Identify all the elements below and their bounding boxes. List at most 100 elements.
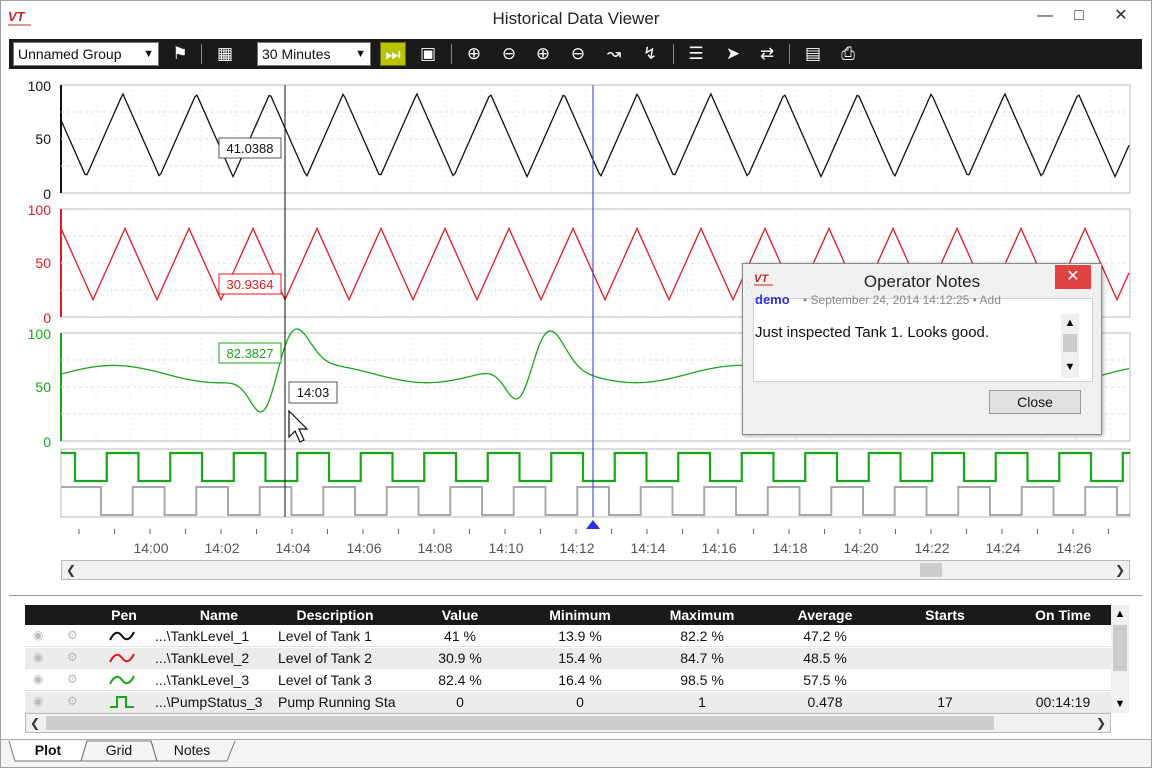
toolbar: Unnamed Group ▼ ⚑ ▦ 30 Minutes ▼ ⏭ ▣ ⊕ ⊖… [9,39,1142,69]
chevron-up-icon[interactable]: ▲ [1111,605,1129,623]
chevron-left-icon[interactable]: ❮ [62,561,80,579]
time-range-value: 30 Minutes [262,46,331,62]
pen-data-grid: Pen Name Description Value Minimum Maxim… [25,605,1129,713]
chevron-down-icon: ▼ [355,48,366,60]
note-marker-icon[interactable] [586,520,600,529]
cell-average: 47.2 % [803,628,847,644]
gear-icon[interactable]: ⚙ [67,628,78,642]
eye-icon[interactable]: ◉ [33,628,43,642]
scroll-thumb[interactable] [1113,625,1127,671]
col-maximum[interactable]: Maximum [647,607,757,623]
chevron-down-icon[interactable]: ▼ [1061,358,1079,376]
scroll-thumb[interactable] [920,563,942,577]
col-pen[interactable]: Pen [109,607,139,623]
x-tick-label: 14:14 [630,540,665,556]
cell-on-time: 00:14:19 [1035,694,1091,710]
view-tabs: Plot Grid Notes [1,739,1151,767]
grid-horizontal-scrollbar[interactable]: ❮ ❯ [25,713,1111,733]
cell-maximum: 1 [698,694,706,710]
y-tick-label: 50 [35,379,51,395]
eye-icon[interactable]: ◉ [33,650,43,664]
zoom-in-icon[interactable]: ⊕ [461,42,487,66]
tab-grid[interactable]: Grid [87,740,151,762]
table-row[interactable]: ◉ ⚙ ...\TankLevel_3 Level of Tank 3 82.4… [25,670,1111,691]
x-tick-label: 14:26 [1056,540,1091,556]
cell-average: 57.5 % [803,672,847,688]
grid-vertical-scrollbar[interactable]: ▲ ▼ [1111,605,1129,713]
x-tick-label: 14:08 [417,540,452,556]
cell-description: Pump Running Sta [278,694,396,710]
dialog-close-icon[interactable]: ✕ [1055,265,1091,289]
tab-plot[interactable]: Plot [15,740,81,762]
save-icon[interactable]: ▦ [212,42,238,66]
chevron-left-icon[interactable]: ❮ [26,714,44,732]
group-select[interactable]: Unnamed Group ▼ [13,42,159,66]
x-tick-label: 14:02 [204,540,239,556]
chevron-down-icon: ▼ [143,48,154,60]
pane-frame [60,448,1131,518]
cursor-icon[interactable]: ➤ [720,42,746,66]
col-minimum[interactable]: Minimum [525,607,635,623]
cell-value: 82.4 % [438,672,482,688]
col-average[interactable]: Average [770,607,880,623]
table-row[interactable]: ◉ ⚙ ...\PumpStatus_3 Pump Running Sta 0 … [25,692,1111,713]
pen-sine-icon [109,653,135,663]
eye-icon[interactable]: ◉ [33,672,43,686]
y-tick-label: 50 [35,255,51,271]
auto-scale-icon[interactable]: ↝ [601,42,627,66]
gear-icon[interactable]: ⚙ [67,650,78,664]
eye-icon[interactable]: ◉ [33,694,43,708]
pan-icon[interactable]: ⇄ [754,42,780,66]
time-range-select[interactable]: 30 Minutes ▼ [257,42,371,66]
y-tick-label: 50 [35,131,51,147]
print-icon[interactable]: ⎙ [835,42,861,66]
cell-average: 0.478 [807,694,843,710]
x-tick-label: 14:22 [914,540,949,556]
chevron-up-icon[interactable]: ▲ [1061,314,1079,332]
time-axis: 14:00 14:02 14:04 14:06 14:08 14:10 14:12 14:14… [78,529,1109,556]
cell-name: ...\TankLevel_2 [155,650,250,666]
chevron-right-icon[interactable]: ❯ [1092,714,1110,732]
zoom-out-time-icon[interactable]: ⊖ [565,42,591,66]
value-axis-icon[interactable]: ↯ [637,42,663,66]
play-live-icon[interactable]: ⏭ [380,42,406,66]
table-row[interactable]: ◉ ⚙ ...\TankLevel_2 Level of Tank 2 30.9… [25,648,1111,669]
svg-text:14:03: 14:03 [297,385,330,400]
zoom-in-time-icon[interactable]: ⊕ [530,42,556,66]
scroll-thumb[interactable] [46,716,994,730]
note-author[interactable]: demo [755,292,790,307]
y-tick-label: 0 [43,310,51,326]
calendar-icon[interactable]: ▣ [415,42,441,66]
maximize-button[interactable]: □ [1059,1,1099,31]
pane-divider[interactable] [9,595,1142,596]
svg-text:82.3827: 82.3827 [227,346,274,361]
scroll-thumb[interactable] [1063,334,1077,352]
chevron-down-icon[interactable]: ▼ [1111,695,1129,713]
close-notes-button[interactable]: Close [989,390,1081,414]
pane-pump-status [60,448,1131,518]
cell-maximum: 98.5 % [680,672,724,688]
gear-icon[interactable]: ⚙ [67,694,78,708]
col-value[interactable]: Value [405,607,515,623]
col-starts[interactable]: Starts [890,607,1000,623]
tab-notes[interactable]: Notes [157,740,227,762]
toolbar-separator [789,44,790,64]
notes-icon[interactable]: ▤ [800,42,826,66]
x-tick-label: 14:18 [772,540,807,556]
col-on-time[interactable]: On Time [1015,607,1111,623]
table-row[interactable]: ◉ ⚙ ...\TankLevel_1 Level of Tank 1 41 %… [25,626,1111,647]
col-description[interactable]: Description [275,607,395,623]
note-scrollbar[interactable]: ▲ ▼ [1061,314,1079,378]
time-scrollbar[interactable]: ❮ ❯ [61,560,1130,580]
x-tick-label: 14:16 [701,540,736,556]
y-tick-label: 0 [43,434,51,450]
col-name[interactable]: Name [159,607,279,623]
x-tick-label: 14:24 [985,540,1020,556]
gear-icon[interactable]: ⚙ [67,672,78,686]
chevron-right-icon[interactable]: ❯ [1111,561,1129,579]
zoom-out-icon[interactable]: ⊖ [496,42,522,66]
tag-icon[interactable]: ⚑ [167,42,193,66]
legend-icon[interactable]: ☰ [683,42,709,66]
group-select-value: Unnamed Group [18,46,122,62]
close-button[interactable]: ✕ [1101,1,1141,31]
